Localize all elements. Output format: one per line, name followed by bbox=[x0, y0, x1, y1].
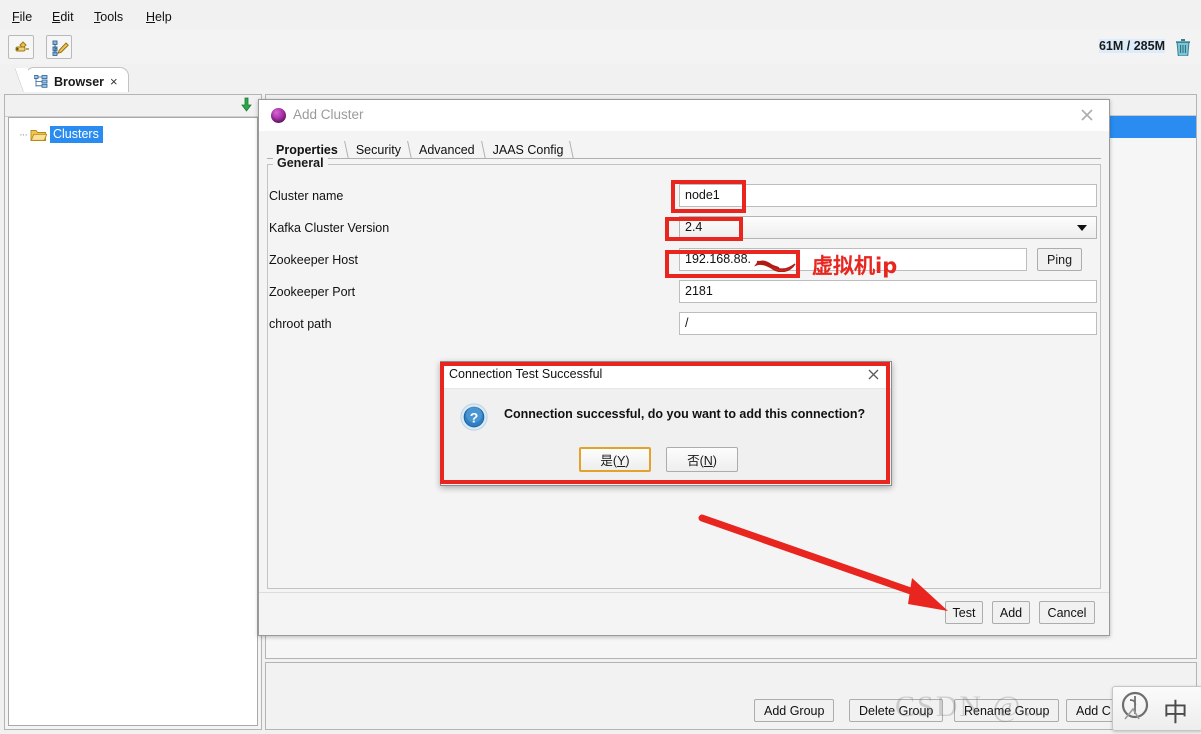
annotation-ip-note: 虚拟机ip bbox=[812, 254, 898, 278]
close-icon[interactable] bbox=[1079, 107, 1095, 123]
sidebar-header bbox=[5, 95, 261, 117]
tab-security[interactable]: Security bbox=[347, 140, 410, 159]
confirm-title-bar[interactable]: Connection Test Successful bbox=[441, 362, 891, 389]
cluster-icon bbox=[271, 108, 286, 123]
kafka-version-label: Kafka Cluster Version bbox=[269, 221, 390, 235]
chroot-path-input[interactable]: / bbox=[679, 312, 1097, 335]
close-icon[interactable] bbox=[866, 367, 881, 382]
menu-edit[interactable]: Edit bbox=[48, 8, 78, 26]
zookeeper-host-label: Zookeeper Host bbox=[269, 253, 358, 267]
memory-value: 61M / 285M bbox=[1098, 39, 1165, 53]
tree-icon bbox=[34, 75, 48, 88]
field-row-zookeeper-port: Zookeeper Port 2181 bbox=[259, 280, 1109, 308]
menu-bar: File Edit Tools Help bbox=[0, 0, 1201, 31]
kafka-version-combo[interactable]: 2.4 bbox=[679, 216, 1097, 239]
cluster-name-input[interactable]: node1 bbox=[679, 184, 1097, 207]
tab-jaas-config[interactable]: JAAS Config bbox=[484, 140, 573, 159]
chroot-path-label: chroot path bbox=[269, 317, 332, 331]
sidebar-panel: ··· Clusters bbox=[4, 94, 262, 730]
edit-tree-icon bbox=[52, 40, 69, 56]
group-toolbar: Add Group Delete Group Rename Group Add … bbox=[265, 662, 1197, 730]
tab-strip: Browser × bbox=[0, 64, 1201, 95]
field-row-zookeeper-host: Zookeeper Host 192.168.88. Ping bbox=[259, 248, 1109, 276]
field-row-chroot-path: chroot path / bbox=[259, 312, 1109, 340]
ime-mode-label: 中 bbox=[1163, 698, 1189, 727]
tree-node-clusters[interactable]: ··· Clusters bbox=[19, 126, 103, 143]
zookeeper-port-input[interactable]: 2181 bbox=[679, 280, 1097, 303]
add-button[interactable]: Add bbox=[992, 601, 1030, 624]
question-icon: ? bbox=[460, 403, 488, 431]
tree-node-label: Clusters bbox=[50, 126, 103, 143]
dialog-title: Add Cluster bbox=[293, 107, 364, 122]
tab-browser[interactable]: Browser × bbox=[12, 67, 129, 95]
add-group-button[interactable]: Add Group bbox=[754, 699, 835, 722]
toolbar: 61M / 285M bbox=[0, 30, 1201, 65]
edit-tree-button[interactable] bbox=[46, 35, 72, 59]
annotation-arrow bbox=[698, 514, 948, 611]
connection-test-dialog: Connection Test Successful ? Connection … bbox=[440, 361, 892, 486]
tab-close-icon[interactable]: × bbox=[110, 74, 118, 89]
confirm-dialog-title: Connection Test Successful bbox=[449, 367, 603, 381]
menu-file[interactable]: File bbox=[8, 8, 36, 26]
dialog-title-bar[interactable]: Add Cluster bbox=[259, 100, 1109, 131]
svg-text:?: ? bbox=[470, 410, 479, 426]
tab-separator bbox=[267, 158, 1101, 159]
confirm-no-button[interactable]: 否(N) bbox=[666, 447, 738, 472]
trash-icon[interactable] bbox=[1175, 38, 1191, 56]
general-group-legend: General bbox=[273, 156, 328, 170]
tab-browser-label: Browser bbox=[54, 74, 105, 89]
cancel-button[interactable]: Cancel bbox=[1039, 601, 1095, 624]
menu-help[interactable]: Help bbox=[142, 8, 176, 26]
ime-logo-icon bbox=[1121, 691, 1149, 720]
field-row-cluster-name: Cluster name node1 bbox=[259, 184, 1109, 212]
ping-button[interactable]: Ping bbox=[1037, 248, 1083, 271]
ime-toolbar[interactable]: 中 bbox=[1112, 686, 1201, 731]
menu-tools[interactable]: Tools bbox=[90, 8, 127, 26]
green-down-arrow-icon[interactable] bbox=[238, 97, 254, 113]
watermark: CSDN @… bbox=[895, 690, 1055, 723]
ip-redaction-scribble bbox=[754, 260, 796, 272]
field-row-kafka-version: Kafka Cluster Version 2.4 bbox=[259, 216, 1109, 244]
chevron-down-icon bbox=[1077, 225, 1087, 231]
folder-icon bbox=[30, 129, 47, 141]
confirm-message: Connection successful, do you want to ad… bbox=[504, 407, 866, 421]
cluster-name-label: Cluster name bbox=[269, 189, 344, 203]
add-connection-button[interactable] bbox=[8, 35, 34, 59]
zookeeper-port-label: Zookeeper Port bbox=[269, 285, 356, 299]
memory-indicator[interactable]: 61M / 285M bbox=[1098, 39, 1165, 53]
confirm-yes-button[interactable]: 是(Y) bbox=[579, 447, 651, 472]
tab-advanced[interactable]: Advanced bbox=[410, 140, 484, 159]
cluster-tree[interactable]: ··· Clusters bbox=[8, 117, 258, 726]
tree-connector: ··· bbox=[19, 128, 28, 141]
add-connection-icon bbox=[15, 41, 29, 52]
